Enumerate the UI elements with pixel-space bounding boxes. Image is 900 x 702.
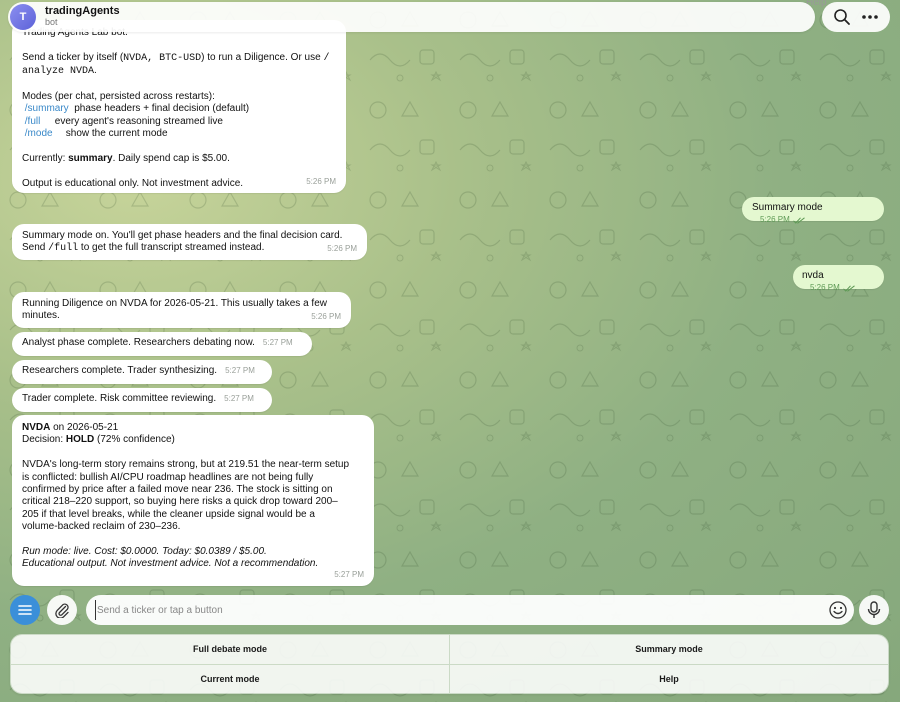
- message-text: Analyst phase complete. Researchers deba…: [22, 337, 255, 348]
- message-time: 5:26 PM: [327, 243, 357, 253]
- decision-line: Decision: HOLD (72% confidence): [22, 434, 175, 446]
- paperclip-icon: [55, 603, 69, 618]
- mode-row: /mode show the current mode: [24, 128, 168, 140]
- help-button[interactable]: Help: [450, 664, 888, 693]
- message-line: analyze NVDA.: [22, 65, 97, 78]
- decision-body-line: 205 if that level breaks, while the clea…: [22, 508, 315, 520]
- mode-row: /full every agent's reasoning streamed li…: [24, 115, 223, 128]
- message-line: Running Diligence on NVDA for 2026-05-21…: [22, 298, 327, 309]
- chat-title: tradingAgents: [45, 5, 120, 17]
- mode-row: /summary phase headers + final decision …: [24, 103, 250, 115]
- message-line: minutes.: [22, 310, 60, 322]
- full-command-link[interactable]: /full: [48, 243, 78, 254]
- message-text: Trader complete. Risk committee reviewin…: [22, 393, 217, 404]
- full-debate-mode-button[interactable]: Full debate mode: [11, 635, 449, 664]
- full-command-link[interactable]: /full: [25, 116, 55, 128]
- message-summary-on: Summary mode on. You'll get phase header…: [12, 224, 367, 260]
- message-time: 5:26 PM: [306, 176, 336, 186]
- more-button[interactable]: [857, 4, 883, 30]
- decision-footer-line: Run mode: live. Cost: $0.0000. Today: $0…: [22, 546, 267, 558]
- decision-body-line: is conflicted: bullish AI/CPU roadmap he…: [22, 471, 314, 483]
- message-line: Send /full to get the full transcript st…: [22, 242, 265, 255]
- decision-body-line: NVDA's long-term story remains strong, b…: [22, 459, 350, 471]
- message-out-nvda: nvda 5:26 PM: [793, 265, 884, 292]
- message-decision-card: NVDA on 2026-05-21 Decision: HOLD (72% c…: [12, 415, 374, 586]
- bot-menu-button[interactable]: [10, 595, 40, 625]
- header-actions: [822, 2, 890, 32]
- decision-footer-line: Educational output. Not investment advic…: [22, 558, 319, 570]
- voice-button[interactable]: [859, 595, 889, 625]
- current-mode-button[interactable]: Current mode: [11, 664, 449, 693]
- message-analyst-phase: Analyst phase complete. Researchers deba…: [12, 332, 312, 356]
- bot-keyboard: Full debate mode Summary mode Current mo…: [10, 634, 889, 694]
- message-line: Send a ticker by itself (NVDA, BTC-USD) …: [22, 51, 330, 64]
- search-button[interactable]: [829, 4, 855, 30]
- message-time: 5:26 PM: [760, 215, 790, 225]
- decision-body-line: confirmed by price after a failed move n…: [22, 484, 333, 496]
- decision-heading: NVDA on 2026-05-21: [22, 422, 119, 433]
- read-ticks-icon: [792, 217, 805, 224]
- message-trader-phase: Trader complete. Risk committee reviewin…: [12, 388, 272, 412]
- emoji-icon[interactable]: [828, 600, 848, 620]
- chat-subtitle: bot: [45, 17, 58, 27]
- message-running: Running Diligence on NVDA for 2026-05-21…: [12, 292, 351, 328]
- message-researchers-phase: Researchers complete. Trader synthesizin…: [12, 360, 272, 384]
- menu-icon: [18, 605, 32, 615]
- message-time: 5:27 PM: [224, 394, 254, 403]
- message-out-summary: Summary mode 5:26 PM: [742, 197, 884, 224]
- message-text: Researchers complete. Trader synthesizin…: [22, 365, 218, 376]
- message-line: Currently: summary. Daily spend cap is $…: [22, 153, 230, 165]
- decision-body-line: volume-backed reclaim of 230–236.: [22, 521, 181, 533]
- attach-button[interactable]: [47, 595, 77, 625]
- bot-avatar[interactable]: T: [10, 4, 36, 30]
- message-line: Summary mode on. You'll get phase header…: [22, 230, 343, 241]
- message-text: nvda: [802, 270, 824, 281]
- message-time: 5:27 PM: [262, 338, 293, 347]
- message-welcome: Trading Agents Lab bot. Send a ticker by…: [12, 20, 346, 193]
- search-icon: [834, 9, 850, 25]
- read-ticks-icon: [842, 285, 855, 292]
- message-line: Modes (per chat, persisted across restar…: [22, 91, 215, 102]
- more-dots-icon: [862, 15, 878, 19]
- message-time: 5:27 PM: [225, 366, 255, 375]
- message-input[interactable]: [95, 600, 815, 620]
- message-time: 5:27 PM: [334, 569, 364, 579]
- summary-mode-button[interactable]: Summary mode: [450, 635, 888, 664]
- message-line: Output is educational only. Not investme…: [22, 177, 244, 189]
- chat-header[interactable]: T tradingAgents bot: [8, 2, 815, 32]
- message-composer: [86, 595, 854, 625]
- decision-body-line: critical 218–220 support, so buying here…: [22, 496, 338, 508]
- message-text: Summary mode: [752, 202, 823, 213]
- mode-command-link[interactable]: /mode: [25, 128, 66, 140]
- chat-title-block[interactable]: tradingAgents bot: [45, 6, 120, 28]
- summary-command-link[interactable]: /summary: [25, 103, 69, 115]
- microphone-icon: [867, 601, 881, 618]
- message-time: 5:26 PM: [810, 283, 840, 293]
- message-time: 5:26 PM: [311, 311, 341, 321]
